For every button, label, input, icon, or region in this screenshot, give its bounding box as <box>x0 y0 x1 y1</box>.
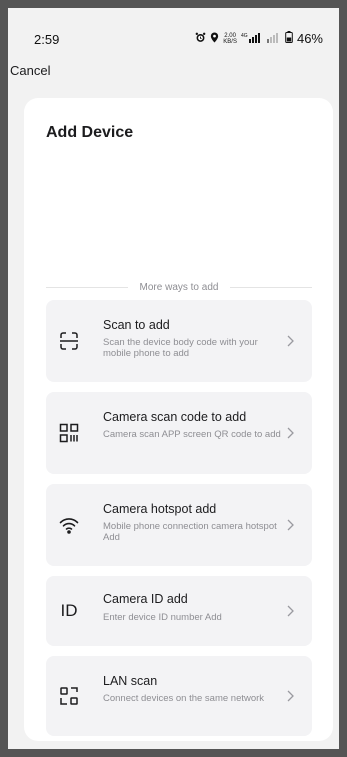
section-divider: More ways to add <box>46 280 312 294</box>
option-title: Scan to add <box>103 318 170 332</box>
add-device-card: Add Device More ways to add Scan to add … <box>24 98 333 741</box>
signal-icon: 4G <box>241 31 263 46</box>
chevron-right-icon <box>286 518 296 532</box>
app-screen: 2:59 2.00 KB/S 4G 46% Cancel Add Device … <box>8 8 339 749</box>
option-title: Camera hotspot add <box>103 502 217 516</box>
scan-frame-icon <box>58 330 80 352</box>
option-lan-scan[interactable]: LAN scan Connect devices on the same net… <box>46 656 312 736</box>
option-camera-scan-code[interactable]: Camera scan code to add Camera scan APP … <box>46 392 312 474</box>
option-camera-hotspot[interactable]: Camera hotspot add Mobile phone connecti… <box>46 484 312 566</box>
status-bar: 2:59 2.00 KB/S 4G 46% <box>8 8 339 60</box>
chevron-right-icon <box>286 604 296 618</box>
divider-line-left <box>46 286 128 288</box>
battery-percent: 46% <box>296 31 323 46</box>
battery-icon <box>285 31 293 46</box>
wifi-icon <box>58 514 80 536</box>
option-title: Camera scan code to add <box>103 410 247 424</box>
status-icons: 2.00 KB/S 4G 46% <box>195 31 323 46</box>
status-time: 2:59 <box>34 32 60 47</box>
option-camera-id[interactable]: ID Camera ID add Enter device ID number … <box>46 576 312 646</box>
chevron-right-icon <box>286 426 296 440</box>
option-desc: Camera scan APP screen QR code to add <box>103 429 281 440</box>
network-speed: 2.00 KB/S <box>223 32 237 45</box>
divider-line-right <box>230 286 312 288</box>
option-desc: Mobile phone connection camera hotspot A… <box>103 521 277 543</box>
chevron-right-icon <box>286 689 296 703</box>
option-desc: Connect devices on the same network <box>103 693 265 704</box>
divider-label: More ways to add <box>139 281 219 293</box>
chevron-right-icon <box>286 334 296 348</box>
id-icon: ID <box>60 601 78 620</box>
signal-weak-icon <box>266 31 281 46</box>
svg-text:4G: 4G <box>241 33 248 39</box>
option-title: LAN scan <box>103 674 158 688</box>
lan-scan-icon <box>58 685 80 707</box>
option-title: Camera ID add <box>103 592 188 606</box>
alarm-icon <box>195 31 206 46</box>
qr-code-icon <box>58 422 80 444</box>
page-title: Add Device <box>46 124 134 141</box>
location-icon <box>210 31 219 46</box>
option-desc: Enter device ID number Add <box>103 612 222 623</box>
cancel-button[interactable]: Cancel <box>10 63 50 78</box>
option-desc: Scan the device body code with your mobi… <box>103 337 258 359</box>
option-scan-to-add[interactable]: Scan to add Scan the device body code wi… <box>46 300 312 382</box>
